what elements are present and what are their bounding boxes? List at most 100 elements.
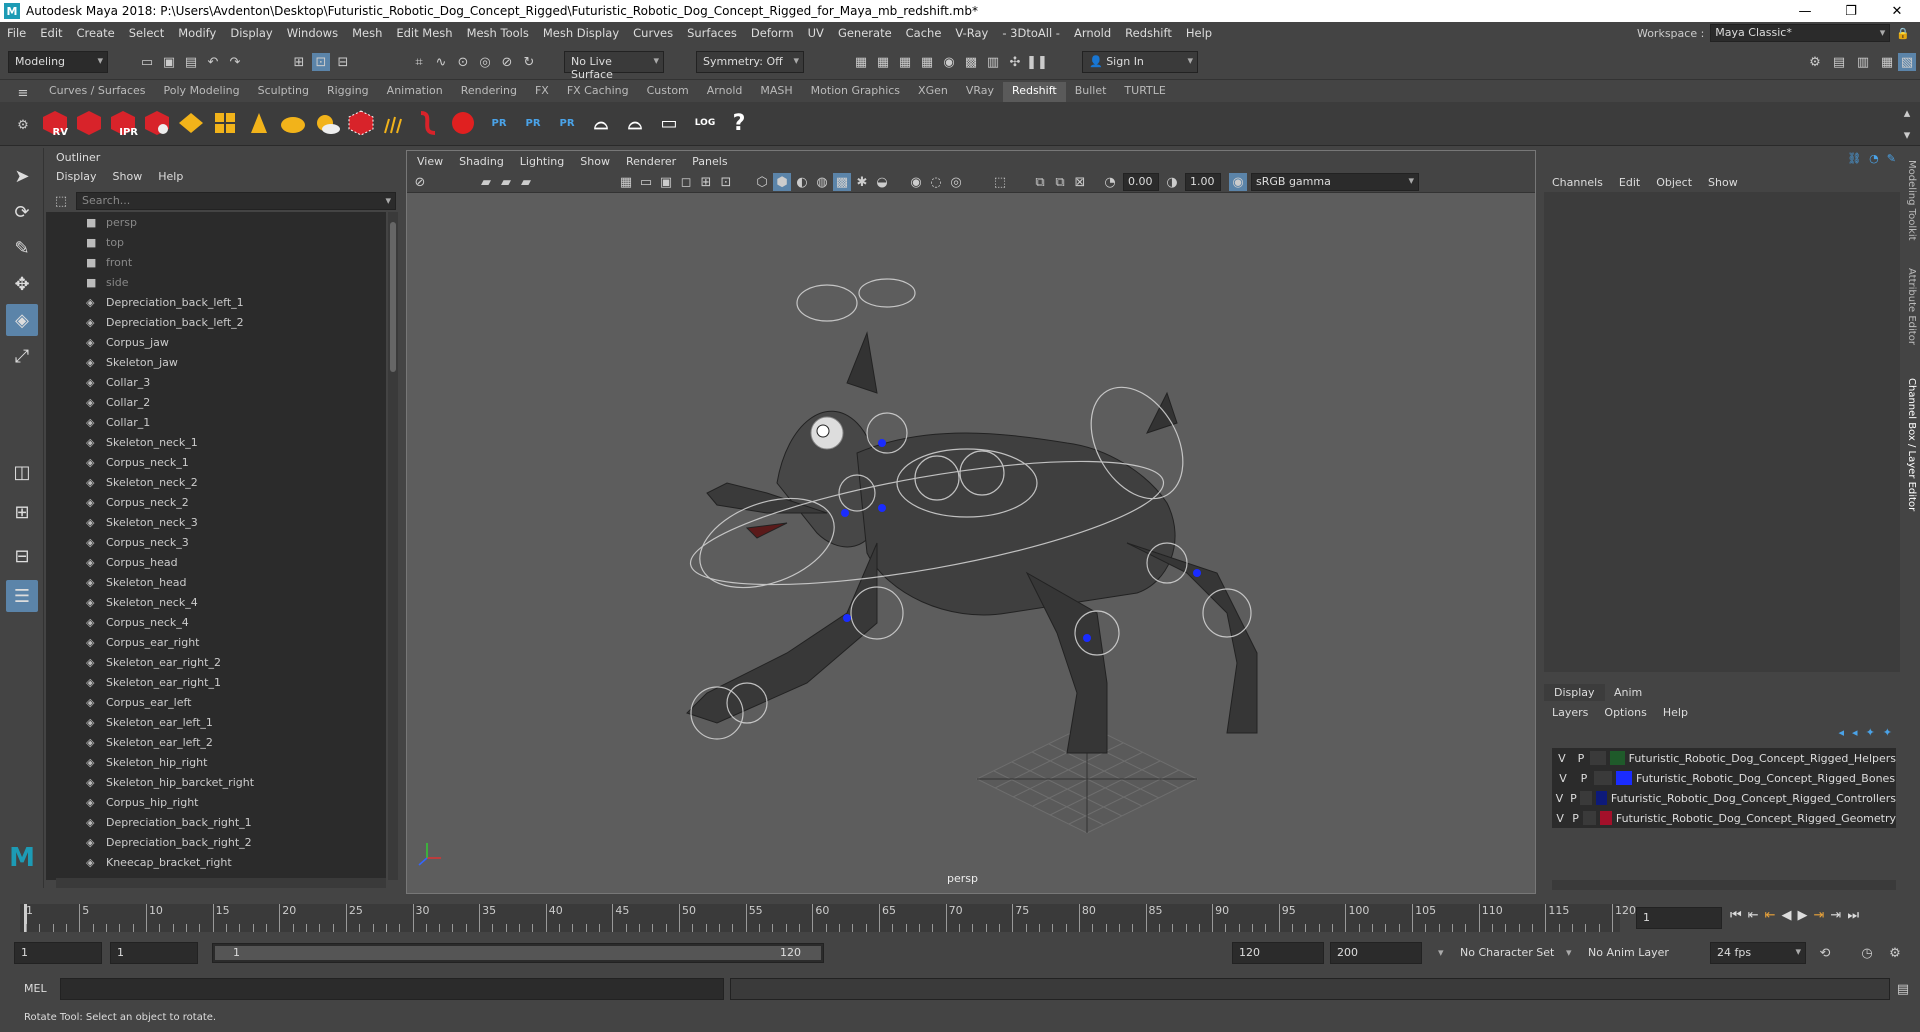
- layer-row[interactable]: V P Futuristic_Robotic_Dog_Concept_Rigged_…: [1552, 788, 1896, 808]
- attribute-tab-icon[interactable]: ◔: [1869, 152, 1879, 165]
- outliner-item-row[interactable]: ◈ Corpus_neck_1: [46, 452, 386, 472]
- menu-help[interactable]: Help: [1179, 26, 1219, 40]
- new-layer-selected-icon[interactable]: ✦: [1883, 726, 1892, 739]
- outliner-item-row[interactable]: ◈ Collar_1: [46, 412, 386, 432]
- shelf-tab-mash[interactable]: MASH: [751, 82, 801, 102]
- multisample-icon[interactable]: ⧉: [1051, 173, 1069, 191]
- snap-grid-icon[interactable]: ⌗: [410, 53, 428, 71]
- outliner-item-row[interactable]: ◈ Corpus_neck_3: [46, 532, 386, 552]
- playback-start-field[interactable]: 1: [110, 942, 198, 964]
- menu-set-dropdown[interactable]: Modeling: [8, 51, 108, 73]
- outliner-menu-show[interactable]: Show: [113, 170, 143, 183]
- scene-end-field[interactable]: 200: [1330, 942, 1422, 964]
- gate-mask-icon[interactable]: ◻: [677, 173, 695, 191]
- channel-menu-edit[interactable]: Edit: [1619, 176, 1640, 189]
- pause-render-icon[interactable]: ❚❚: [1026, 53, 1048, 71]
- outliner-search-input[interactable]: Search... ▾: [76, 192, 396, 210]
- menu-mesh[interactable]: Mesh: [345, 26, 389, 40]
- hypershade-icon[interactable]: ◉: [940, 53, 958, 71]
- layer-tab-display[interactable]: Display: [1544, 684, 1605, 701]
- layer-tab-anim[interactable]: Anim: [1604, 684, 1652, 701]
- menu-modify[interactable]: Modify: [171, 26, 223, 40]
- shelf-menu-icon[interactable]: ≡: [14, 84, 32, 102]
- xray-icon[interactable]: ◌: [927, 173, 945, 191]
- auto-key-icon[interactable]: ◷: [1858, 944, 1876, 962]
- textured-icon[interactable]: ◍: [813, 173, 831, 191]
- save-scene-icon[interactable]: ▤: [182, 53, 200, 71]
- redshift-settings-icon[interactable]: [142, 106, 172, 140]
- layer-playback-toggle[interactable]: P: [1574, 772, 1594, 785]
- select-object-icon[interactable]: ⊡: [312, 53, 330, 71]
- redshift-light-rect-icon[interactable]: [176, 106, 206, 140]
- snap-surface-icon[interactable]: ⊘: [498, 53, 516, 71]
- viewport-menu-view[interactable]: View: [417, 155, 443, 168]
- shelf-tab-rigging[interactable]: Rigging: [318, 82, 378, 102]
- side-tab-channel-box[interactable]: Channel Box / Layer Editor: [1906, 378, 1917, 511]
- shelf-tab-sculpting[interactable]: Sculpting: [249, 82, 318, 102]
- outliner-item-row[interactable]: ◈ Corpus_neck_2: [46, 492, 386, 512]
- gamma-field[interactable]: 1.00: [1185, 173, 1221, 191]
- layer-horizontal-scrollbar[interactable]: [1552, 880, 1896, 890]
- layer-visibility-toggle[interactable]: V: [1552, 772, 1574, 785]
- outliner-vertical-scrollbar[interactable]: [388, 212, 398, 880]
- layer-name[interactable]: Futuristic_Robotic_Dog_Concept_Rigged_Co…: [1611, 792, 1896, 805]
- new-layer-icon[interactable]: ✦: [1866, 726, 1875, 739]
- outliner-menu-help[interactable]: Help: [158, 170, 183, 183]
- layer-editor-icon[interactable]: ▧: [1898, 53, 1916, 71]
- redshift-spot-light-icon[interactable]: [244, 106, 274, 140]
- shelf-tab-poly-modeling[interactable]: Poly Modeling: [155, 82, 249, 102]
- render-view-icon[interactable]: ▩: [962, 53, 980, 71]
- viewport-menu-renderer[interactable]: Renderer: [626, 155, 676, 168]
- redo-icon[interactable]: ↷: [226, 53, 244, 71]
- ambient-occlusion-icon[interactable]: ◒: [873, 173, 891, 191]
- outliner-item-row[interactable]: ◈ Depreciation_back_left_2: [46, 312, 386, 332]
- anim-preferences-icon[interactable]: ⚙: [1886, 944, 1904, 962]
- select-camera-icon[interactable]: ⊘: [411, 173, 429, 191]
- outliner-menu-display[interactable]: Display: [56, 170, 97, 183]
- maximize-icon[interactable]: ❐: [1828, 0, 1874, 22]
- layer-display-type[interactable]: [1589, 751, 1607, 765]
- layer-visibility-toggle[interactable]: V: [1552, 752, 1572, 765]
- shelf-settings-icon[interactable]: ⚙: [14, 116, 32, 134]
- select-hierarchy-icon[interactable]: ⊞: [290, 53, 308, 71]
- redshift-render-view-icon[interactable]: RV: [40, 106, 70, 140]
- shelf-tab-rendering[interactable]: Rendering: [452, 82, 526, 102]
- go-to-start-icon[interactable]: ⏮: [1730, 908, 1742, 923]
- redshift-ipr-icon[interactable]: IPR: [108, 106, 138, 140]
- outliner-item-row[interactable]: ◈ Skeleton_neck_4: [46, 592, 386, 612]
- view-transform-dropdown[interactable]: sRGB gamma ▾: [1251, 173, 1419, 191]
- viewport-menu-lighting[interactable]: Lighting: [520, 155, 564, 168]
- exposure-field[interactable]: 0.00: [1123, 173, 1159, 191]
- menu-deform[interactable]: Deform: [744, 26, 801, 40]
- cmd-language-label[interactable]: MEL: [24, 982, 47, 995]
- side-tab-modeling-toolkit[interactable]: Modeling Toolkit: [1906, 160, 1917, 241]
- outliner-item-row[interactable]: ◈ Depreciation_back_right_1: [46, 812, 386, 832]
- redshift-light-dome-icon[interactable]: [210, 106, 240, 140]
- ipr-render-icon[interactable]: ▦: [896, 53, 914, 71]
- viewport-panel[interactable]: View Shading Lighting Show Renderer Panels ⊘ …: [406, 150, 1536, 894]
- outliner-item-row[interactable]: ◈ Corpus_ear_right: [46, 632, 386, 652]
- layer-color-swatch[interactable]: [1616, 771, 1632, 785]
- layer-row[interactable]: V P Futuristic_Robotic_Dog_Concept_Rigged_…: [1552, 768, 1896, 788]
- channel-box-icon[interactable]: ▦: [1878, 53, 1896, 71]
- menu-3dtoall[interactable]: - 3DtoAll -: [995, 26, 1067, 40]
- shadows-icon[interactable]: ✱: [853, 173, 871, 191]
- outliner-item-row[interactable]: ◈ Collar_3: [46, 372, 386, 392]
- fps-dropdown[interactable]: 24 fps ▾: [1710, 942, 1806, 964]
- outliner-item-row[interactable]: ◈ Kneecap_bracket_right: [46, 852, 386, 872]
- command-input[interactable]: [60, 978, 724, 1000]
- scene-3d-view[interactable]: [407, 193, 1535, 893]
- layer-display-type[interactable]: [1594, 771, 1612, 785]
- redshift-sun-sky-icon[interactable]: [312, 106, 342, 140]
- minimize-icon[interactable]: —: [1782, 0, 1828, 22]
- layer-display-type[interactable]: [1582, 811, 1597, 825]
- two-layout-icon[interactable]: ⊟: [6, 540, 38, 572]
- sign-in-button[interactable]: 👤 Sign In: [1082, 51, 1198, 73]
- redshift-fur-icon[interactable]: [380, 106, 410, 140]
- redshift-bowl-icon-1[interactable]: ⌓: [586, 106, 616, 140]
- open-scene-icon[interactable]: ▣: [160, 53, 178, 71]
- menu-select[interactable]: Select: [122, 26, 171, 40]
- field-chart-icon[interactable]: ⊞: [697, 173, 715, 191]
- side-tab-attribute-editor[interactable]: Attribute Editor: [1906, 268, 1917, 345]
- color-management-icon[interactable]: ◉: [1229, 173, 1247, 191]
